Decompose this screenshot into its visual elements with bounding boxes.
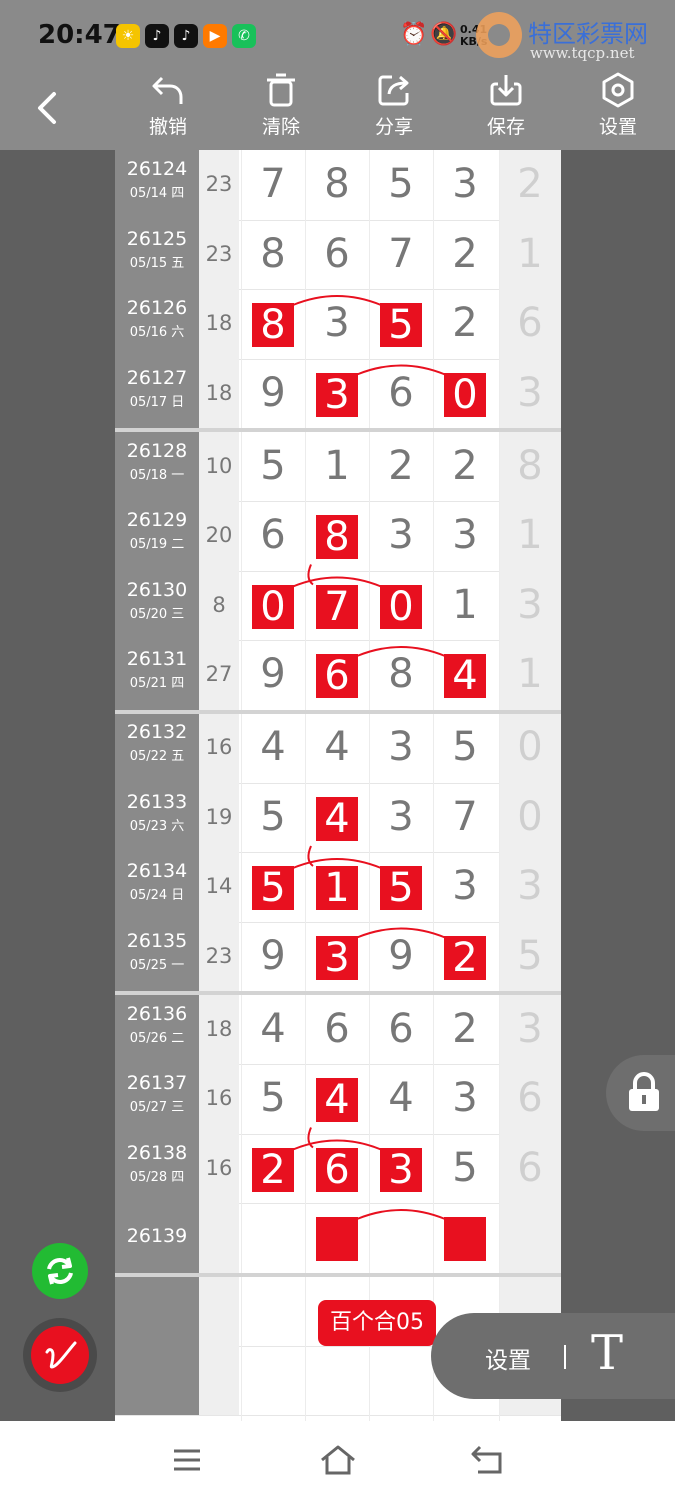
gear-icon: [602, 72, 634, 108]
save-label: 保存: [486, 116, 525, 138]
video-app-icon: ▶: [203, 24, 227, 48]
pen-button[interactable]: [23, 1318, 97, 1392]
lock-icon: [629, 1072, 659, 1111]
clear-label: 清除: [261, 116, 300, 138]
connection-arc: [292, 295, 382, 306]
share-label: 分享: [374, 116, 413, 138]
group-separator: [115, 428, 561, 432]
connection-arc: [292, 858, 382, 869]
tiktok-icon: ♪: [145, 24, 169, 48]
group-separator: [115, 1272, 561, 1277]
watermark-url: www.tqcp.net: [530, 44, 635, 62]
group-separator: [115, 709, 561, 714]
undo-button[interactable]: 撤销: [123, 70, 213, 150]
group-separator: [115, 991, 561, 995]
undo-label: 撤销: [148, 116, 187, 138]
menu-icon[interactable]: [170, 1443, 204, 1477]
connection-arc: [356, 1209, 446, 1220]
settings-button[interactable]: 设置: [573, 70, 663, 150]
phone-app-icon: ✆: [232, 24, 256, 48]
return-icon[interactable]: [470, 1443, 506, 1477]
label-tag[interactable]: 百个合05: [318, 1300, 436, 1346]
pen-icon: [45, 1341, 77, 1369]
lottery-trend-grid[interactable]: 26124 05/14 四 23 7 8 5 3 2 26125 05/15 五 23 8 6 7 2 1 26…: [115, 150, 561, 1421]
watermark-logo-icon: [476, 12, 522, 58]
navigation-bar: [0, 1421, 675, 1500]
connection-arc: [356, 646, 446, 657]
connection-arc: [307, 1127, 314, 1149]
clear-button[interactable]: 清除: [236, 70, 326, 150]
settings-label: 设置: [598, 116, 637, 138]
connection-arc: [307, 564, 314, 586]
text-tool-icon[interactable]: T: [591, 1325, 623, 1381]
save-button[interactable]: 保存: [461, 70, 551, 150]
settings-panel[interactable]: 设置 T: [431, 1313, 675, 1399]
status-time: 20:47: [38, 20, 121, 50]
connection-arc: [292, 576, 382, 588]
back-arrow-icon[interactable]: [30, 88, 70, 128]
connection-arc: [307, 845, 314, 867]
connection-arc: [292, 1139, 382, 1151]
status-bar: 20:47 ☀ ♪ ♪ ▶ ✆ ⏰ 🔕 0.41 KB/s 特区彩票网 www.tqcp…: [0, 0, 675, 70]
refresh-icon: [47, 1257, 73, 1285]
connection-arc: [356, 927, 446, 939]
lock-button[interactable]: [606, 1055, 675, 1131]
toolbar: 撤销 清除 分享 保存 设置: [0, 70, 675, 150]
download-icon: [490, 75, 522, 106]
share-icon: [378, 75, 409, 106]
share-button[interactable]: 分享: [349, 70, 439, 150]
undo-icon: [152, 76, 183, 104]
settings-panel-button[interactable]: 设置: [485, 1341, 531, 1375]
alarm-icon: ⏰: [400, 22, 428, 47]
trash-icon: [267, 73, 295, 107]
mute-icon: 🔕: [430, 22, 458, 47]
panel-divider: [564, 1345, 566, 1369]
connection-arc: [356, 364, 446, 376]
tiktok-icon: ♪: [174, 24, 198, 48]
refresh-button[interactable]: [32, 1243, 88, 1299]
connection-arcs: [292, 295, 446, 1220]
home-icon[interactable]: [319, 1443, 357, 1477]
sun-app-icon: ☀: [116, 24, 140, 48]
